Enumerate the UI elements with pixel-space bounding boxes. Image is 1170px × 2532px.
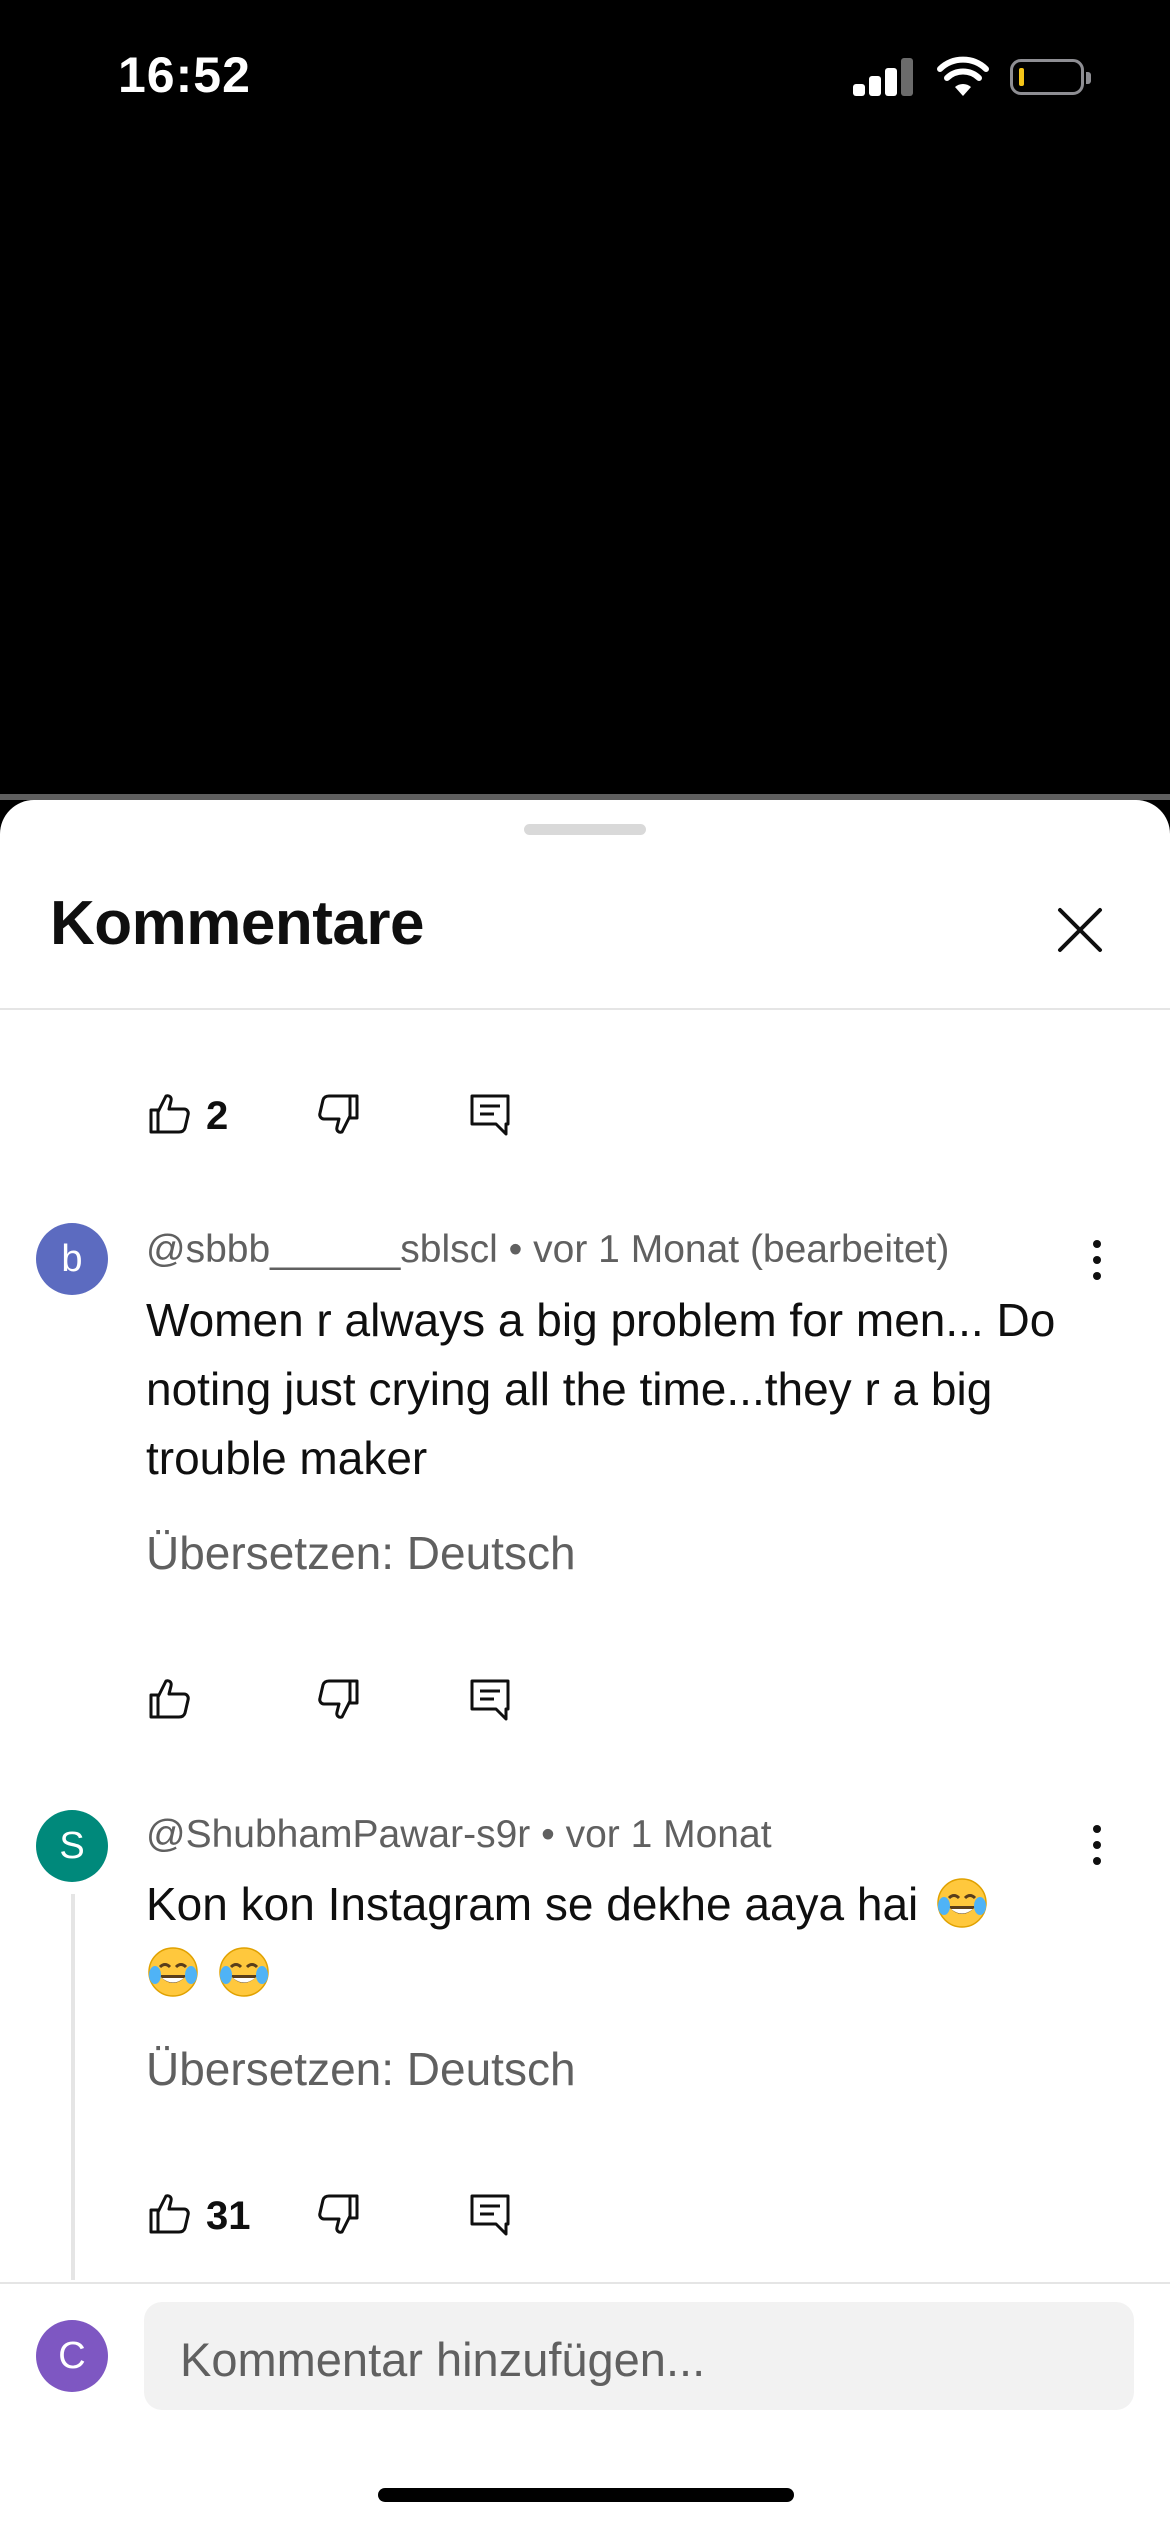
comments-sheet: Kommentare (0, 800, 1170, 2532)
thread-line (71, 1894, 75, 2280)
comment-actions: 31 (146, 2190, 546, 2250)
comment-time: vor 1 Monat (565, 1813, 772, 1856)
reply-icon (470, 1094, 510, 1136)
drag-handle[interactable] (524, 824, 646, 835)
composer-divider (0, 2282, 1170, 2284)
translate-link[interactable]: Übersetzen: Deutsch (146, 2042, 576, 2096)
user-avatar: C (36, 2320, 108, 2392)
face-with-tears-of-joy-icon (937, 1878, 987, 1928)
video-player[interactable] (0, 160, 1170, 796)
reply-icon (470, 1679, 510, 1721)
face-with-tears-of-joy-icon (219, 1947, 269, 1997)
comment-author[interactable]: @sbbb______sblscl (146, 1228, 498, 1271)
comment-text: Kon kon Instagram se dekhe aaya hai (146, 1878, 919, 1930)
like-button[interactable] (146, 1675, 194, 1723)
sheet-title: Kommentare (50, 889, 425, 958)
thumbs-up-icon (149, 1094, 190, 1134)
meta-separator: • (508, 1228, 523, 1271)
dislike-button[interactable] (314, 2190, 362, 2238)
status-bar: 16:52 (0, 0, 1170, 160)
comment-input-placeholder: Kommentar hinzufügen... (180, 2333, 706, 2386)
like-count: 31 (206, 2194, 251, 2238)
battery-icon (1010, 59, 1091, 95)
comment-actions (146, 1675, 546, 1735)
thumbs-up-icon (149, 2194, 190, 2234)
comment-input[interactable]: Kommentar hinzufügen... (144, 2302, 1134, 2410)
close-icon[interactable] (1050, 900, 1110, 960)
more-options-icon[interactable] (1082, 1230, 1112, 1290)
reply-button[interactable] (466, 1675, 514, 1723)
comment-time: vor 1 Monat (bearbeitet) (533, 1228, 950, 1271)
cellular-signal-icon (853, 58, 915, 96)
avatar[interactable]: S (36, 1810, 108, 1882)
header-divider (0, 1008, 1170, 1010)
like-button[interactable] (146, 1090, 194, 1138)
comment-meta: @ShubhamPawar-s9r • vor 1 Monat (146, 1813, 772, 1857)
more-options-icon[interactable] (1082, 1815, 1112, 1875)
like-button[interactable] (146, 2190, 194, 2238)
thumbs-down-icon (318, 1094, 359, 1134)
status-time: 16:52 (118, 47, 251, 103)
like-count: 2 (206, 1094, 229, 1138)
comment-text-block: Kon kon Instagram se dekhe aaya hai (146, 1870, 1046, 2008)
face-with-tears-of-joy-icon (148, 1947, 198, 1997)
comment-author[interactable]: @ShubhamPawar-s9r (146, 1813, 530, 1856)
thumbs-down-icon (318, 2194, 359, 2234)
home-indicator (378, 2488, 794, 2502)
thumbs-down-icon (318, 1679, 359, 1719)
wifi-icon (937, 56, 989, 96)
comment-text: Women r always a big problem for men... … (146, 1294, 1056, 1484)
reply-button[interactable] (466, 1090, 514, 1138)
dislike-button[interactable] (314, 1090, 362, 1138)
avatar[interactable]: b (36, 1223, 108, 1295)
translate-link[interactable]: Übersetzen: Deutsch (146, 1526, 576, 1580)
meta-separator: • (541, 1813, 555, 1856)
comment-meta: @sbbb______sblscl • vor 1 Monat (bearbei… (146, 1228, 949, 1272)
thumbs-up-icon (149, 1679, 190, 1719)
reply-button[interactable] (466, 2190, 514, 2238)
dislike-button[interactable] (314, 1675, 362, 1723)
comment-actions: 2 (146, 1090, 546, 1150)
reply-icon (470, 2194, 510, 2236)
